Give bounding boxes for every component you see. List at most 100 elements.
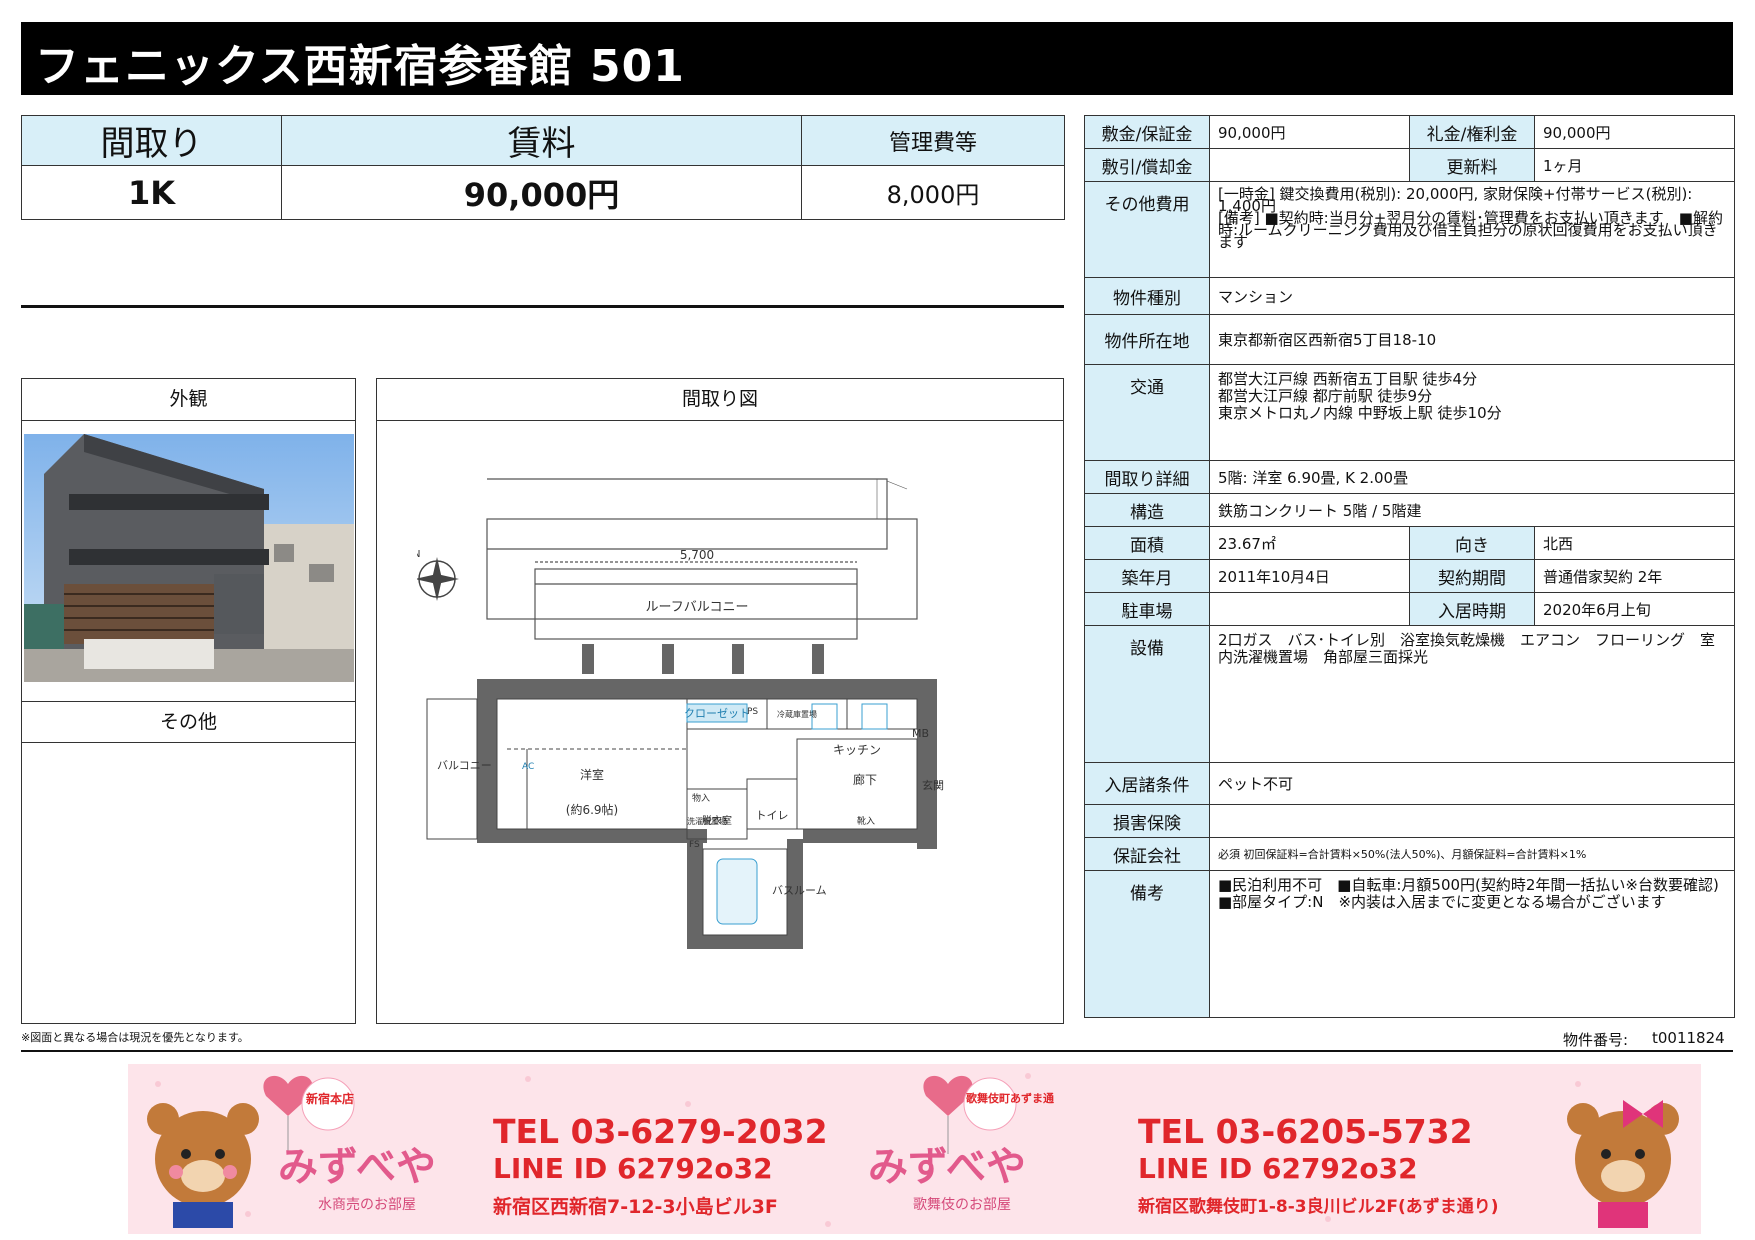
property-number: t0011824 [1652,1029,1725,1047]
shop1-tel[interactable]: TEL 03-6279-2032 [493,1112,828,1151]
area-label: 面積 [1084,526,1210,560]
dim-width-label: 5,700 [680,548,714,562]
balcony-label: バルコニー [437,759,492,772]
bath-label: バスルーム [772,884,827,897]
floor-plan-header: 間取り図 [377,379,1063,421]
fs-label: FS [689,840,700,850]
layout-value: 1K [21,165,282,220]
shop2-line-id[interactable]: LINE ID 62792o32 [1138,1152,1418,1185]
ps-label: PS [747,707,758,717]
access-line: 都営大江戸線 都庁前駅 徒歩9分 [1218,387,1433,405]
shop1-line-id[interactable]: LINE ID 62792o32 [493,1152,773,1185]
management-fee-header: 管理費等 [801,115,1065,166]
address-value: 東京都新宿区西新宿5丁目18-10 [1209,314,1735,365]
renewal-fee-label: 更新料 [1409,148,1535,182]
shop2-subtitle: 歌舞伎のお部屋 [913,1197,1011,1213]
access-value: 都営大江戸線 西新宿五丁目駅 徒歩4分 都営大江戸線 都庁前駅 徒歩9分 東京メ… [1209,364,1735,461]
structure-label: 構造 [1084,493,1210,527]
property-type-value: マンション [1209,277,1735,315]
hallway-label: 廊下 [853,772,877,787]
layout-detail-label: 間取り詳細 [1084,460,1210,494]
toilet-label: トイレ [756,809,789,822]
shop1-badge: 新宿本店 [306,1092,355,1106]
contract-period-value: 普通借家契約 2年 [1534,559,1735,593]
shop2-address: 新宿区歌舞伎町1-8-3良川ビル2F(あずま通り) [1138,1197,1499,1217]
floor-plan-panel: 間取り図 5,700 ルーフバルコニー N [376,378,1064,1024]
shop1-subtitle: 水商売のお部屋 [318,1197,416,1213]
structure-value: 鉄筋コンクリート 5階 / 5階建 [1209,493,1735,527]
western-room-label: 洋室 [580,767,604,782]
bear-mascot-left [147,1103,259,1228]
deposit-label: 敷金/保証金 [1084,115,1210,149]
footer-divider [21,1050,1733,1052]
move-in-conditions-label: 入居諸条件 [1084,762,1210,805]
title-bar: フェニックス西新宿参番館 501 [21,22,1733,95]
mb-label: MB [912,727,929,740]
exterior-header: 外観 [22,379,355,421]
exterior-panel: 外観 その他 [21,378,356,1024]
key-money-label: 礼金/権利金 [1409,115,1535,149]
built-date-value: 2011年10月4日 [1209,559,1410,593]
area-value: 23.67㎡ [1209,526,1410,560]
exterior-photo [24,434,354,682]
property-number-label: 物件番号: [1563,1031,1629,1049]
layout-detail-value: 5階: 洋室 6.90畳, K 2.00畳 [1209,460,1735,494]
access-line: 都営大江戸線 西新宿五丁目駅 徒歩4分 [1218,370,1478,388]
remarks-label: 備考 [1084,870,1210,1018]
facilities-value: 2口ガス バス･トイレ別 浴室換気乾燥機 エアコン フローリング 室内洗濯機置場… [1209,625,1735,763]
insurance-label: 損害保険 [1084,804,1210,838]
property-type-label: 物件種別 [1084,277,1210,315]
parking-label: 駐車場 [1084,592,1210,626]
entrance-label: 玄関 [922,778,944,792]
address-label: 物件所在地 [1084,314,1210,365]
insurance-value [1209,804,1735,838]
shop2-tel[interactable]: TEL 03-6205-5732 [1138,1112,1473,1151]
agency-banner: 新宿本店 みずべや 水商売のお部屋 TEL 03-6279-2032 LINE … [128,1064,1701,1234]
bear-mascot-right [1567,1100,1679,1228]
remarks-value: ■民泊利用不可 ■自転車:月額500円(契約時2年間一括払い※台数要確認) ■部… [1209,870,1735,1018]
amortization-label: 敷引/償却金 [1084,148,1210,182]
move-in-conditions-value: ペット不可 [1209,762,1735,805]
western-room-size: (約6.9帖) [566,802,618,817]
management-fee-value: 8,000円 [801,165,1065,220]
shoebox-label: 靴入 [857,815,875,827]
built-date-label: 築年月 [1084,559,1210,593]
direction-label: 向き [1409,526,1535,560]
guarantor-value: 必須 初回保証料=合計賃料×50%(法人50%)、月額保証料=合計賃料×1% [1209,837,1735,871]
amortization-value [1209,148,1410,182]
deposit-value: 90,000円 [1209,115,1410,149]
property-detail-table: 敷金/保証金 90,000円 礼金/権利金 90,000円 敷引/償却金 更新料… [1084,115,1735,1018]
roof-balcony-label: ルーフバルコニー [646,600,749,615]
other-header: その他 [22,701,355,743]
shop1-name: みずべや [278,1144,436,1190]
section-divider [21,305,1064,308]
ac-label: AC [522,762,534,772]
storage-label: 物入 [692,792,710,804]
floor-plan-drawing: 5,700 ルーフバルコニー N [417,449,1007,969]
guarantor-label: 保証会社 [1084,837,1210,871]
closet-label: クローゼット [684,707,750,720]
kitchen-label: キッチン [833,743,881,757]
layout-header: 間取り [21,115,282,166]
shop2-badge: 歌舞伎町あずま通 [966,1092,1054,1105]
disclaimer-note: ※図面と異なる場合は現況を優先となります。 [21,1031,249,1044]
move-in-label: 入居時期 [1409,592,1535,626]
move-in-value: 2020年6月上旬 [1534,592,1735,626]
contract-period-label: 契約期間 [1409,559,1535,593]
laundry-label: 洗濯機置場 [687,816,727,826]
shop2-name: みずべや [868,1144,1026,1190]
direction-value: 北西 [1534,526,1735,560]
shop1-address: 新宿区西新宿7-12-3小島ビル3F [493,1196,778,1218]
key-money-value: 90,000円 [1534,115,1735,149]
price-summary-table: 間取り 賃料 管理費等 1K 90,000円 8,000円 [21,115,1065,220]
renewal-fee-value: 1ヶ月 [1534,148,1735,182]
north-arrow: N [417,549,420,560]
other-costs-value: [一時金] 鍵交換費用(税別): 20,000円, 家財保険+付帯サービス(税別… [1209,181,1735,278]
access-line: 東京メトロ丸ノ内線 中野坂上駅 徒歩10分 [1218,404,1502,422]
rent-header: 賃料 [281,115,802,166]
refrigerator-label: 冷蔵庫置場 [777,709,817,719]
parking-value [1209,592,1410,626]
rent-value: 90,000円 [281,165,802,220]
other-costs-label: その他費用 [1084,181,1210,278]
access-label: 交通 [1084,364,1210,461]
